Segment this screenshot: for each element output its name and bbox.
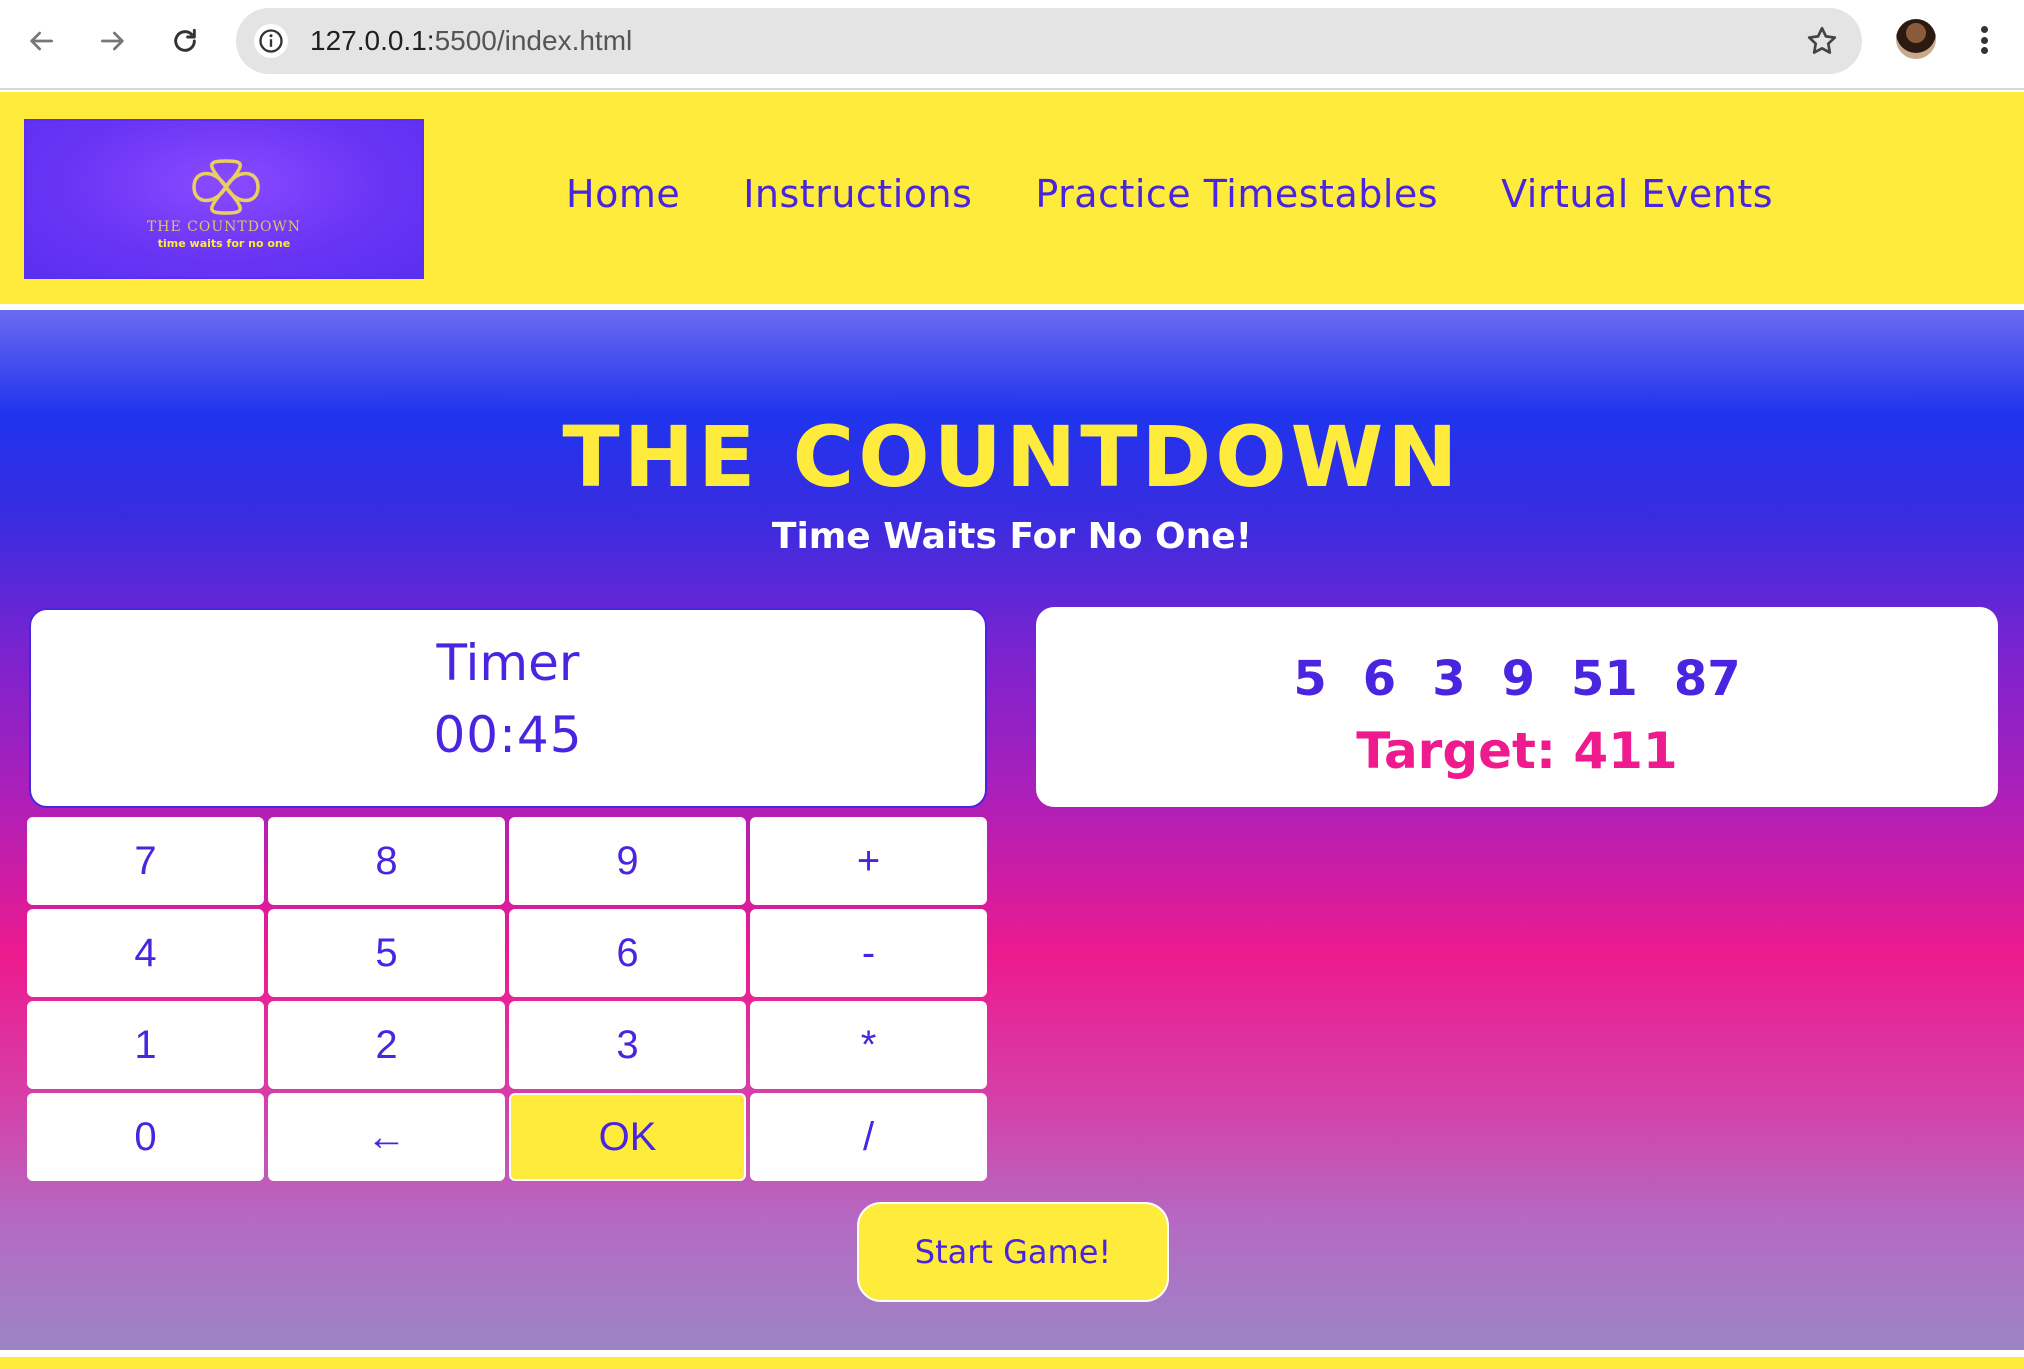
info-icon[interactable]: [254, 24, 288, 58]
key-3[interactable]: 3: [509, 1001, 746, 1089]
number-tile: 51: [1571, 651, 1638, 707]
number-tile: 9: [1501, 651, 1536, 707]
infinity-knot-icon: [192, 159, 260, 215]
page-title: THE COUNTDOWN: [562, 408, 1462, 506]
site-header: THE COUNTDOWN time waits for no one Home…: [0, 92, 2024, 307]
timer-card: Timer 00:45: [29, 608, 987, 808]
game-section: THE COUNTDOWN Time Waits For No One! Tim…: [0, 310, 2024, 1350]
start-game-button[interactable]: Start Game!: [857, 1202, 1169, 1302]
reload-icon[interactable]: [164, 20, 206, 62]
number-tile: 3: [1432, 651, 1466, 707]
back-arrow-icon[interactable]: [20, 20, 62, 62]
logo-subtitle: time waits for no one: [157, 237, 291, 250]
key-7[interactable]: 7: [27, 817, 264, 905]
nav-home[interactable]: Home: [566, 172, 680, 216]
number-tile: 6: [1362, 651, 1397, 707]
url-text[interactable]: 127.0.0.1:5500/index.html: [310, 8, 632, 74]
key-4[interactable]: 4: [27, 909, 264, 997]
profile-avatar[interactable]: [1896, 19, 1936, 59]
key-9[interactable]: 9: [509, 817, 746, 905]
key-multiply[interactable]: *: [750, 1001, 987, 1089]
more-menu-icon[interactable]: [1972, 20, 1996, 60]
keypad: 7 8 9 + 4 5 6 - 1 2 3 * 0 ← OK /: [27, 817, 991, 1181]
key-backspace[interactable]: ←: [268, 1093, 505, 1181]
url-path: 5500/index.html: [434, 25, 633, 56]
key-8[interactable]: 8: [268, 817, 505, 905]
key-divide[interactable]: /: [750, 1093, 987, 1181]
key-0[interactable]: 0: [27, 1093, 264, 1181]
browser-toolbar: 127.0.0.1:5500/index.html: [0, 0, 2024, 90]
star-icon[interactable]: [1804, 23, 1840, 59]
site-logo[interactable]: THE COUNTDOWN time waits for no one: [24, 119, 424, 279]
address-bar[interactable]: 127.0.0.1:5500/index.html: [236, 8, 1862, 74]
nav-virtual-events[interactable]: Virtual Events: [1501, 172, 1773, 216]
key-1[interactable]: 1: [27, 1001, 264, 1089]
url-host: 127.0.0.1:: [310, 25, 435, 56]
key-5[interactable]: 5: [268, 909, 505, 997]
target-value: Target: 411: [1356, 722, 1678, 780]
timer-value: 00:45: [433, 706, 583, 764]
number-tile: 87: [1673, 651, 1741, 707]
forward-arrow-icon[interactable]: [92, 20, 134, 62]
nav-instructions[interactable]: Instructions: [743, 172, 972, 216]
key-plus[interactable]: +: [750, 817, 987, 905]
timer-label: Timer: [436, 634, 580, 692]
numbers-row: 5 6 3 9 51 87: [1036, 651, 1998, 707]
key-minus[interactable]: -: [750, 909, 987, 997]
key-6[interactable]: 6: [509, 909, 746, 997]
number-tile: 5: [1293, 651, 1327, 707]
page-subtitle: Time Waits For No One!: [771, 516, 1253, 557]
numbers-card: 5 6 3 9 51 87 Target: 411: [1036, 607, 1998, 807]
key-2[interactable]: 2: [268, 1001, 505, 1089]
logo-title: THE COUNTDOWN: [146, 219, 302, 235]
key-ok[interactable]: OK: [509, 1093, 746, 1181]
footer-strip: [0, 1354, 2024, 1369]
main-nav: Home Instructions Practice Timestables V…: [566, 172, 1836, 216]
nav-practice-timestables[interactable]: Practice Timestables: [1035, 172, 1438, 216]
